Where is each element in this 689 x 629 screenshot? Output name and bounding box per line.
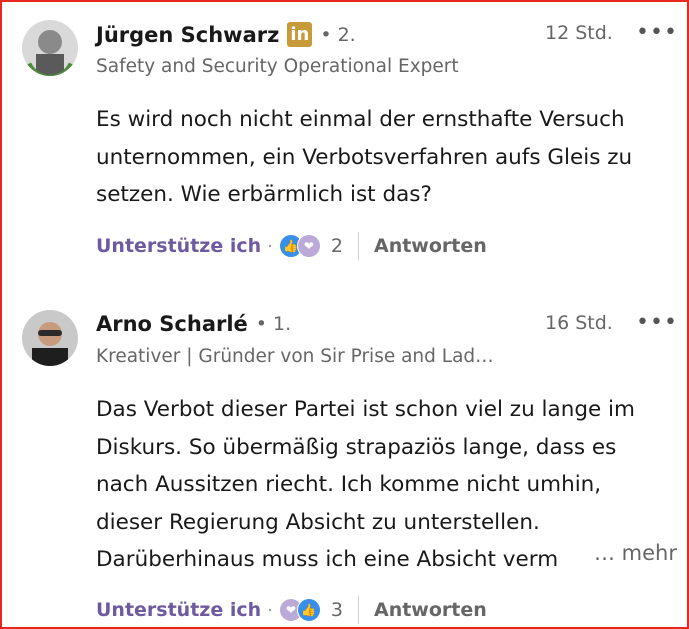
- comment-text-line: dieser Regierung Absicht zu unterstellen…: [96, 509, 540, 535]
- avatar[interactable]: [22, 310, 78, 366]
- reactions-summary[interactable]: ❤ 👍 3: [278, 598, 343, 622]
- linkedin-premium-icon: in: [287, 22, 313, 47]
- comment-time: 12 Std.: [545, 22, 613, 44]
- reply-button[interactable]: Antworten: [374, 235, 487, 257]
- comment-text-line: nach Aussitzen riecht. Ich komme nicht u…: [96, 472, 602, 497]
- comment-body: Es wird noch nicht einmal der ernsthafte…: [96, 101, 676, 214]
- comment-text-line: unternommen, ein Verbotsverfahren aufs G…: [96, 144, 633, 170]
- connection-degree: • 1.: [255, 313, 292, 335]
- reactions-summary[interactable]: 👍 ❤ 2: [278, 234, 343, 258]
- support-reaction-icon: ❤: [296, 234, 321, 258]
- divider: [357, 232, 359, 260]
- author-headline: Safety and Security Operational Expert: [96, 56, 459, 77]
- support-button[interactable]: Unterstütze ich: [96, 235, 261, 257]
- author-headline: Kreativer | Gründer von Sir Prise and La…: [96, 346, 494, 367]
- reply-button[interactable]: Antworten: [374, 599, 487, 621]
- author-name[interactable]: Jürgen Schwarz: [96, 23, 279, 47]
- comment-time: 16 Std.: [545, 312, 613, 334]
- author-name[interactable]: Arno Scharlé: [96, 312, 248, 336]
- comment-text-line: Das Verbot dieser Partei ist schon viel …: [96, 397, 635, 422]
- author-row: Jürgen Schwarz in • 2.: [96, 22, 356, 47]
- more-options-icon[interactable]: •••: [636, 20, 678, 45]
- connection-degree: • 2.: [320, 23, 356, 46]
- comment-text-line: Diskurs. So übermäßig strapaziös lange, …: [96, 434, 617, 460]
- avatar[interactable]: [22, 20, 78, 76]
- comment-text-line: Es wird noch nicht einmal der ernsthafte…: [96, 107, 625, 132]
- comment-text-line: setzen. Wie erbärmlich ist das?: [96, 182, 432, 207]
- author-row: Arno Scharlé • 1.: [96, 312, 291, 336]
- separator: ·: [267, 599, 273, 621]
- divider: [357, 596, 359, 624]
- reaction-count: 2: [330, 235, 343, 257]
- support-button[interactable]: Unterstütze ich: [96, 599, 261, 621]
- separator: ·: [267, 235, 273, 257]
- comment-text-line: Darüberhinaus muss ich eine Absicht verm: [96, 547, 559, 572]
- comment-body: Das Verbot dieser Partei ist schon viel …: [96, 391, 676, 579]
- comment-actions: Unterstütze ich · ❤ 👍 3 Antworten: [96, 596, 487, 624]
- like-reaction-icon: 👍: [296, 598, 321, 622]
- comment-actions: Unterstütze ich · 👍 ❤ 2 Antworten: [96, 232, 487, 260]
- reaction-count: 3: [330, 599, 343, 621]
- see-more-link[interactable]: … mehr: [594, 541, 677, 565]
- more-options-icon[interactable]: •••: [636, 310, 678, 335]
